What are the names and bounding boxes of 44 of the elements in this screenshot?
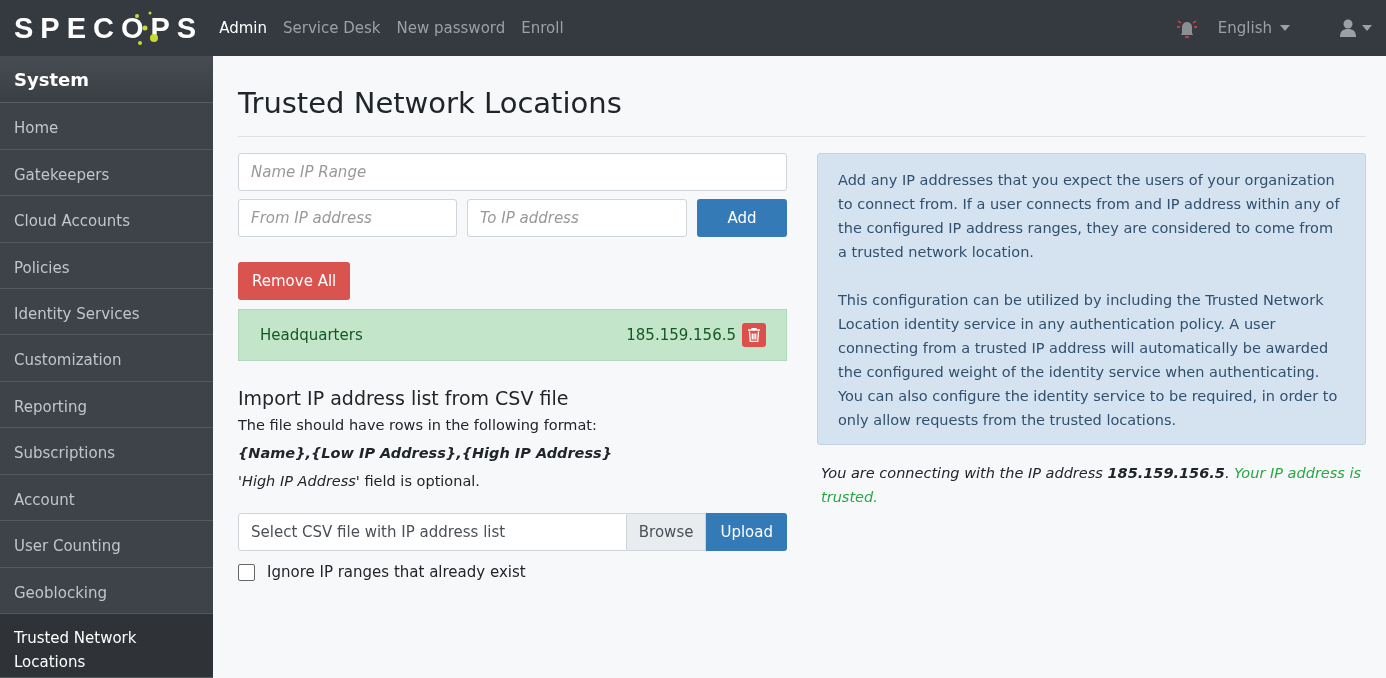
name-ip-range-field[interactable]: Name IP Range: [238, 153, 787, 191]
location-ip: 185.159.156.5: [626, 326, 736, 344]
from-ip-field[interactable]: From IP address: [238, 199, 457, 237]
nav-link[interactable]: Enroll: [521, 19, 564, 37]
remove-all-button[interactable]: Remove All: [238, 262, 351, 300]
sidebar-item[interactable]: User Counting: [0, 521, 213, 568]
location-name: Headquarters: [260, 326, 364, 344]
sidebar-item[interactable]: Account: [0, 474, 213, 522]
optional-note: 'High IP Address' field is optional.: [238, 473, 481, 489]
csv-file-field[interactable]: Select CSV file with IP address list: [238, 513, 627, 551]
caret-icon: [1362, 25, 1372, 31]
logo[interactable]: SPECOPS: [14, 11, 204, 45]
checkbox-label: Ignore IP ranges that already exist: [267, 563, 526, 581]
sidebar-item[interactable]: Trusted Network Locations: [0, 614, 213, 678]
ip-status-text: You are connecting with the IP address 185.159.156.5. Your IP address is trusted.: [821, 464, 1363, 507]
page-title: Trusted Network Locations: [238, 86, 1366, 137]
caret-icon: [1280, 25, 1290, 31]
format-text: {Name},{Low IP Address},{High IP Address}: [238, 445, 614, 461]
sidebar-item[interactable]: Identity Services: [0, 289, 213, 336]
nav-link[interactable]: Admin: [219, 19, 268, 37]
info-text: Add any IP addresses that you expect the users of your organization to connect from. If a user connects from and IP address within any of the configured IP address ranges, they are considered to come from a trusted network location.: [838, 171, 1341, 262]
info-text: This configuration can be utilized by including the Trusted Network Location identity service in any authentication policy. A user connecting from a trusted IP address will automatically be awarded the configured weight of the identity service when authenticating. You can also configure the identity service to be required, in order to only allow requests from the trusted locations.: [838, 291, 1339, 430]
sidebar-item[interactable]: Reporting: [0, 381, 213, 429]
sidebar-item[interactable]: Subscriptions: [0, 428, 213, 475]
sidebar-item[interactable]: Policies: [0, 242, 213, 289]
sidebar-item[interactable]: Customization: [0, 335, 213, 382]
nav-link[interactable]: New password: [396, 19, 506, 37]
nav-link[interactable]: Service Desk: [283, 19, 381, 37]
checkbox[interactable]: [238, 563, 255, 581]
sidebar-item[interactable]: Cloud Accounts: [0, 196, 213, 243]
user-menu-button[interactable]: [1340, 19, 1372, 37]
browse-button[interactable]: Browse: [626, 513, 707, 551]
section-heading: Import IP address list from CSV file: [238, 387, 570, 409]
language-dropdown[interactable]: English: [1211, 18, 1296, 38]
sidebar-title: System: [0, 56, 213, 104]
upload-button[interactable]: Upload: [706, 513, 787, 551]
add-button[interactable]: Add: [697, 199, 787, 237]
delete-button[interactable]: [742, 323, 766, 347]
alarm-bell-icon: [1175, 18, 1198, 38]
sidebar-item[interactable]: Home: [0, 103, 213, 150]
trash-icon: [748, 328, 760, 342]
format-intro-text: The file should have rows in the following format:: [238, 417, 598, 433]
to-ip-field[interactable]: To IP address: [467, 199, 687, 237]
sidebar-item[interactable]: Gatekeepers: [0, 149, 213, 197]
